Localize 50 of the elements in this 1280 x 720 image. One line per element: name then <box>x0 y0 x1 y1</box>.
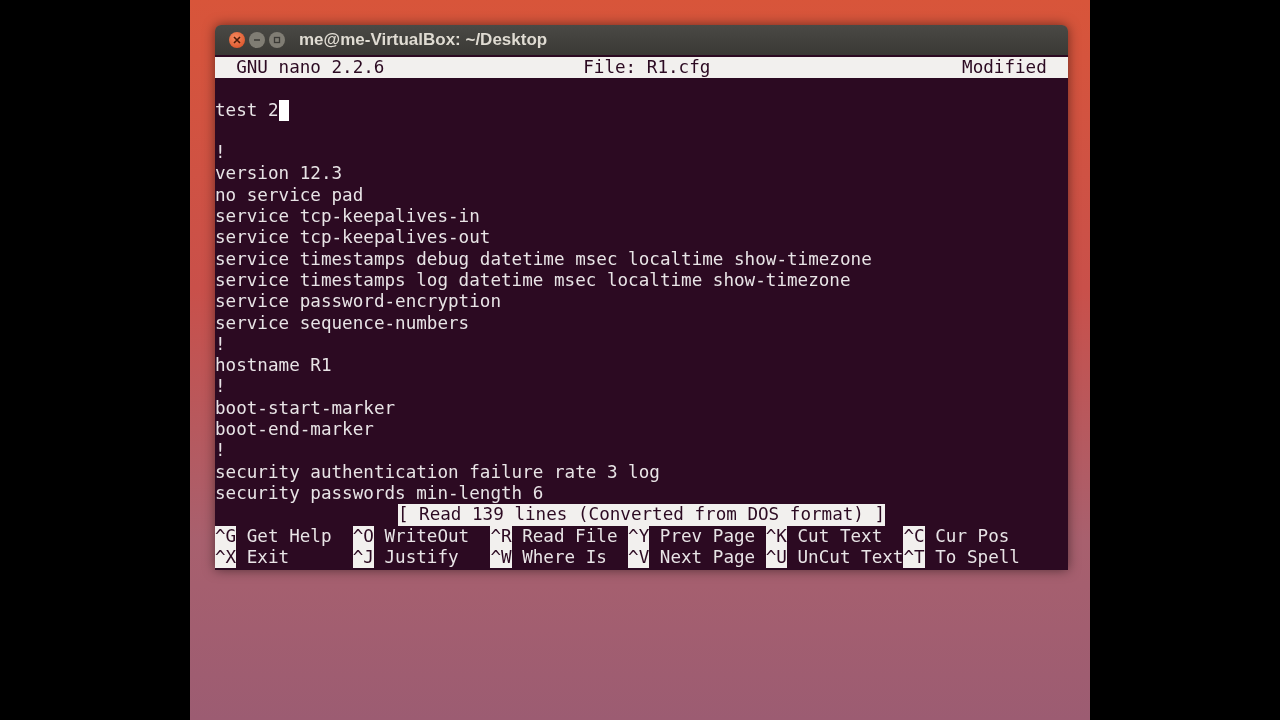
code-line: service tcp-keepalives-in <box>215 206 480 228</box>
shortcut-label: Prev Page <box>659 525 756 547</box>
code-line: boot-start-marker <box>215 397 396 420</box>
shortcut-key: ^K <box>765 525 787 547</box>
modified-status: Modified <box>962 57 1047 79</box>
code-line: service sequence-numbers <box>215 312 470 334</box>
shortcut-label: Where Is <box>522 546 607 569</box>
code-line: ! <box>215 142 226 164</box>
shortcut-key: ^C <box>903 525 925 547</box>
code-line: service password-encryption <box>215 291 501 313</box>
code-line: security authentication failure rate 3 log <box>215 461 660 483</box>
code-line: ! <box>215 440 226 462</box>
shortcut-key: ^G <box>215 525 237 547</box>
shortcut-label: UnCut Text <box>797 546 904 569</box>
shortcut-key: ^T <box>903 546 925 569</box>
shortcut-key: ^O <box>352 525 374 547</box>
code-line: security passwords min-length 6 <box>215 482 544 505</box>
code-line: hostname R1 <box>215 355 332 377</box>
code-line: no service pad <box>215 184 364 207</box>
shortcut-label: Get Help <box>246 525 332 547</box>
shortcut-label: Next Page <box>659 546 756 569</box>
close-icon[interactable] <box>229 32 245 48</box>
code-line: test 2 <box>215 99 279 121</box>
window-title: me@me-VirtualBox: ~/Desktop <box>299 29 548 52</box>
shortcut-label: Cut Text <box>797 525 883 547</box>
status-message: [ Read 139 lines (Converted from DOS format) ] <box>397 504 886 526</box>
maximize-icon[interactable] <box>269 32 285 48</box>
shortcut-key: ^J <box>352 546 374 569</box>
code-line: boot-end-marker <box>215 419 374 441</box>
shortcut-label: Justify <box>384 546 459 569</box>
shortcut-label: WriteOut <box>384 525 470 547</box>
code-line: version 12.3 <box>215 163 343 185</box>
shortcut-label: Read File <box>522 525 618 547</box>
shortcut-key: ^W <box>490 546 512 569</box>
code-line: ! <box>215 333 226 356</box>
shortcut-label: Cur Pos <box>935 525 1010 547</box>
shortcut-key: ^U <box>765 546 787 569</box>
code-line: service tcp-keepalives-out <box>215 227 491 249</box>
code-line: service timestamps log datetime msec localtime show-timezone <box>215 269 851 292</box>
shortcut-label: Exit <box>246 546 290 569</box>
code-line: service timestamps debug datetime msec localtime show-timezone <box>215 248 872 270</box>
shortcut-key: ^V <box>628 546 650 569</box>
version-label: GNU nano 2.2.6 <box>236 57 385 79</box>
shortcut-key: ^X <box>215 546 237 569</box>
minimize-icon[interactable] <box>249 32 265 48</box>
shortcut-key: ^R <box>490 525 512 547</box>
code-line: ! <box>215 376 226 398</box>
shortcut-label: To Spell <box>935 546 1020 569</box>
file-name-label: File: R1.cfg <box>583 57 711 79</box>
shortcut-key: ^Y <box>628 525 650 547</box>
